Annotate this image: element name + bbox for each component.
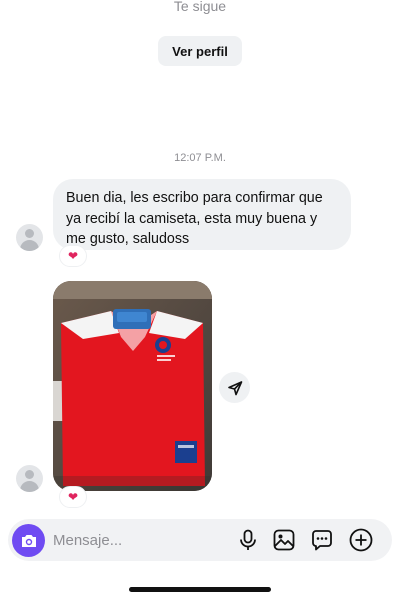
heart-icon: ❤ — [67, 249, 79, 263]
microphone-button[interactable] — [234, 526, 262, 554]
microphone-icon — [240, 529, 256, 550]
heart-reaction[interactable]: ❤ — [59, 486, 87, 508]
photo-message[interactable] — [53, 281, 212, 491]
sender-avatar[interactable] — [16, 224, 43, 251]
sticker-icon — [312, 530, 332, 551]
share-button[interactable] — [219, 372, 250, 403]
camera-icon — [21, 534, 36, 547]
heart-reaction[interactable]: ❤ — [59, 245, 87, 267]
gallery-button[interactable] — [270, 526, 298, 554]
message-composer — [8, 519, 392, 561]
sticker-button[interactable] — [308, 526, 336, 554]
camera-button[interactable] — [12, 524, 45, 557]
plus-icon — [349, 528, 373, 552]
add-button[interactable] — [347, 526, 375, 554]
gallery-icon — [273, 529, 295, 551]
send-icon — [227, 380, 242, 395]
heart-icon: ❤ — [67, 490, 79, 504]
message-input[interactable] — [53, 529, 223, 551]
message-bubble[interactable]: Buen dia, les escribo para confirmar que… — [53, 179, 351, 250]
red-jersey-photo — [53, 281, 212, 491]
home-indicator — [129, 587, 271, 592]
follow-status: Te sigue — [173, 0, 227, 14]
message-timestamp: 12:07 P.M. — [174, 152, 226, 164]
sender-avatar[interactable] — [16, 465, 43, 492]
view-profile-button[interactable]: Ver perfil — [158, 36, 242, 66]
